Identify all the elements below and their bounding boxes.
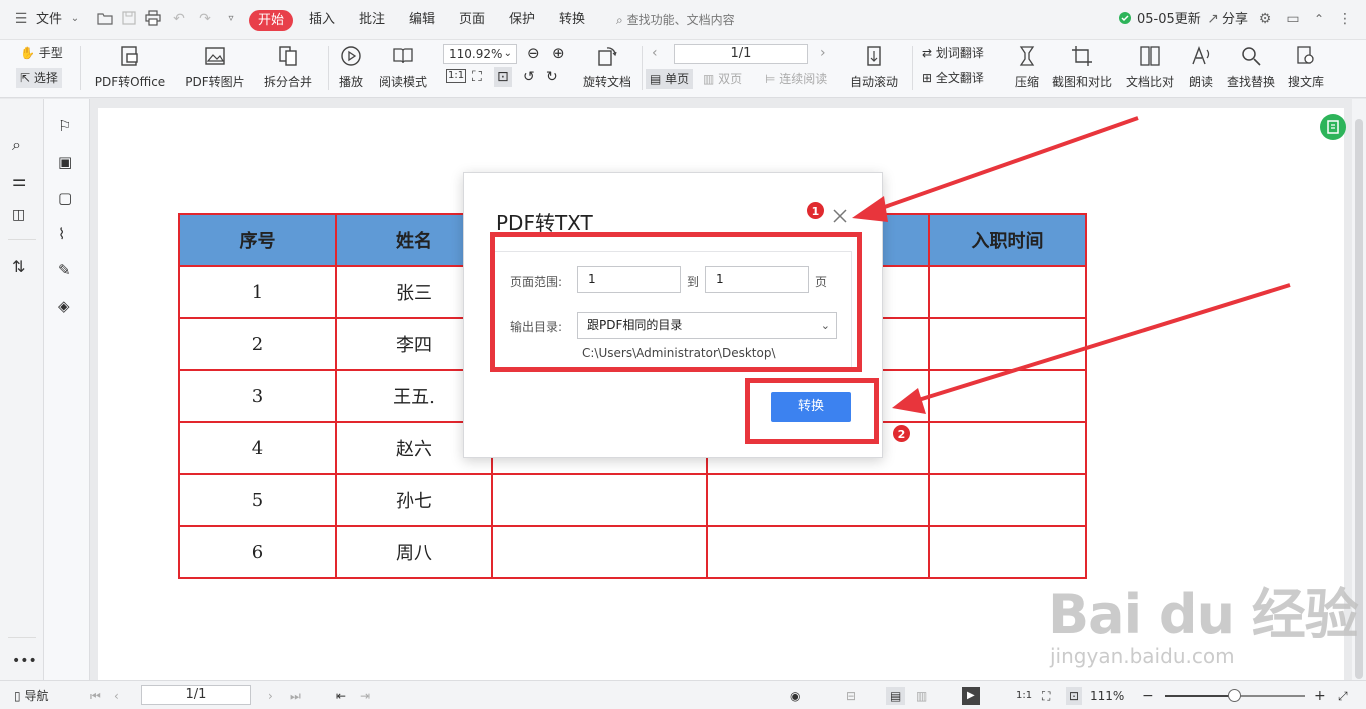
arrow-to-convert [892, 283, 1291, 414]
zoom-slider-thumb[interactable] [1228, 689, 1241, 702]
zoom-out-icon[interactable]: − [1142, 687, 1154, 705]
nav-panel-icon: ▯ [14, 689, 21, 703]
next-page-icon[interactable]: › [268, 687, 273, 705]
status-bar: ▯ 导航 ⏮ ‹ 1/1 › ⏭ ⇤ ⇥ ◉ ⊟ ▤ ▥ ▶ 1:1 ⛶ ⊡ 1… [0, 680, 1366, 709]
eye-protection-icon[interactable]: ◉ [790, 687, 800, 705]
actual-size-icon[interactable]: 1:1 [1016, 687, 1032, 705]
zoom-slider-fill [1165, 695, 1233, 697]
first-page-icon[interactable]: ⏮ [90, 687, 101, 705]
fit-width-icon[interactable]: ⊡ [1066, 687, 1083, 705]
last-page-icon[interactable]: ⏭ [290, 687, 301, 705]
play-mode-icon[interactable]: ▶ [962, 687, 980, 705]
fit-page-icon[interactable]: ⛶ [1042, 687, 1050, 705]
nav-label: 导航 [24, 689, 49, 703]
arrow-to-close [852, 116, 1139, 222]
zoom-in-icon[interactable]: + [1314, 687, 1326, 705]
status-page-input[interactable]: 1/1 [141, 685, 251, 705]
annotation-arrows [852, 116, 1291, 414]
single-page-mode-icon[interactable]: ▤ [886, 687, 906, 705]
nav-toggle[interactable]: ▯ 导航 [14, 687, 48, 705]
status-zoom[interactable]: 111% [1090, 687, 1124, 705]
fullscreen-icon[interactable]: ⤢ [1338, 687, 1348, 705]
forward-icon[interactable]: ⇥ [360, 687, 370, 705]
prev-page-icon[interactable]: ‹ [114, 687, 119, 705]
back-icon[interactable]: ⇤ [336, 687, 346, 705]
continuous-mode-icon[interactable]: ⊟ [846, 687, 856, 705]
double-page-mode-icon[interactable]: ▥ [916, 687, 927, 705]
